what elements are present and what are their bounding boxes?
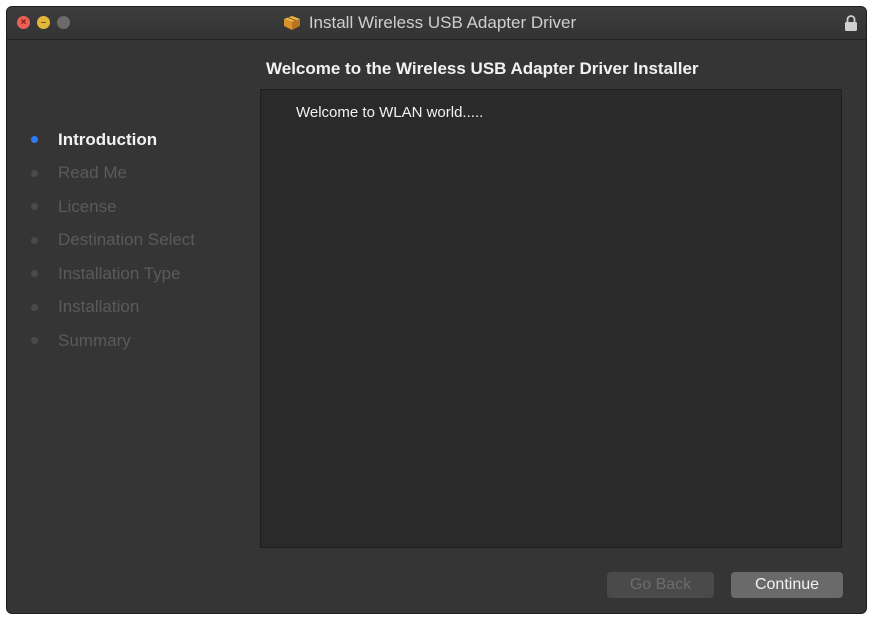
step-indicator-icon <box>31 236 38 244</box>
package-icon <box>283 16 300 30</box>
lock-icon[interactable] <box>844 14 858 32</box>
step-indicator-icon <box>31 270 38 278</box>
window-title-group: Install Wireless USB Adapter Driver <box>7 7 866 39</box>
step-label: Installation <box>58 297 140 317</box>
go-back-button[interactable]: Go Back <box>607 572 714 598</box>
step-indicator-icon <box>31 203 38 211</box>
step-label: Installation Type <box>58 263 181 283</box>
step-indicator-icon <box>31 303 38 311</box>
step-read-me: Read Me <box>31 157 195 191</box>
step-introduction: Introduction <box>31 123 195 157</box>
step-label: Introduction <box>58 129 158 149</box>
step-indicator-icon <box>31 337 38 345</box>
step-destination-select: Destination Select <box>31 224 195 258</box>
step-installation: Installation <box>31 291 195 325</box>
installer-window: × – Install Wireless USB Adapter Driver … <box>6 6 867 614</box>
step-summary: Summary <box>31 324 195 358</box>
welcome-text: Welcome to WLAN world..... <box>296 104 484 121</box>
installer-steps: Introduction Read Me License Destination… <box>31 123 195 358</box>
step-indicator-icon <box>31 136 38 144</box>
step-label: License <box>58 196 117 216</box>
step-indicator-icon <box>31 169 38 177</box>
continue-button[interactable]: Continue <box>731 572 843 598</box>
content-panel[interactable]: Welcome to WLAN world..... <box>260 89 842 548</box>
step-installation-type: Installation Type <box>31 257 195 291</box>
step-label: Summary <box>58 330 131 350</box>
page-title: Welcome to the Wireless USB Adapter Driv… <box>266 59 699 78</box>
step-label: Read Me <box>58 163 127 183</box>
step-license: License <box>31 190 195 224</box>
window-title: Install Wireless USB Adapter Driver <box>308 13 577 32</box>
step-label: Destination Select <box>58 230 196 250</box>
title-bar[interactable]: × – Install Wireless USB Adapter Driver <box>7 7 866 40</box>
